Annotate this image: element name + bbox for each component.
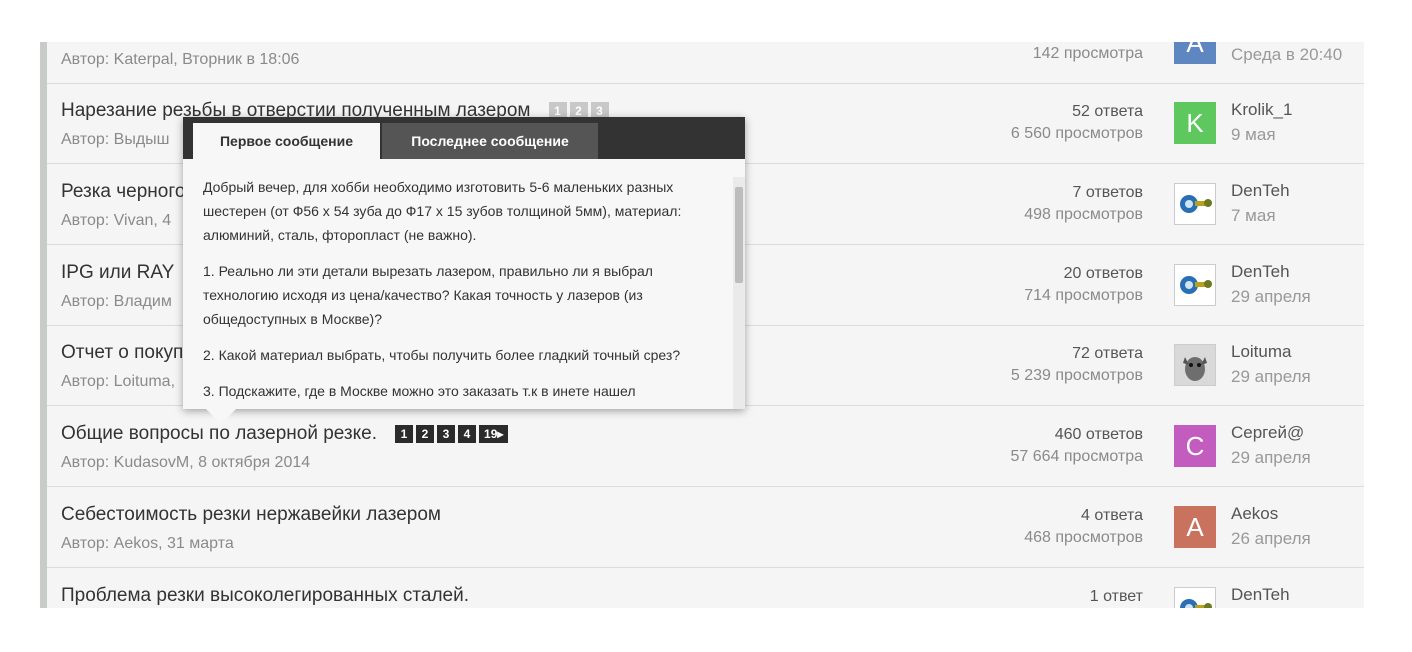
preview-scrollbar[interactable]	[733, 177, 745, 409]
avatar[interactable]: K	[1174, 102, 1216, 144]
thread-title-text[interactable]: Проблема резки высоколегированных сталей…	[61, 585, 469, 607]
preview-paragraph: 2. Какой материал выбрать, чтобы получит…	[203, 347, 681, 363]
thread-views: 5 239 просмотров	[1010, 367, 1143, 384]
table-row[interactable]: Автор: Katerpal, Вторник в 18:06 142 про…	[47, 42, 1364, 84]
thread-views: 57 664 просмотра	[1010, 448, 1143, 465]
page-links: 1 2 3 4 19▸	[395, 425, 509, 443]
thread-replies: 4 ответа	[1081, 507, 1143, 524]
thread-author: Автор: Aekos, 31 марта	[61, 535, 234, 552]
dog-avatar-icon[interactable]	[1174, 344, 1216, 386]
thread-preview-popup: Первое сообщение Последнее сообщение Доб…	[183, 117, 745, 424]
avatar[interactable]: A	[1174, 42, 1216, 64]
thread-author: Автор: Katerpal, Вторник в 18:06	[61, 51, 300, 68]
thread-author: Автор: KudasovM, 8 октября 2014	[61, 454, 311, 471]
last-post-user[interactable]: DenTeh	[1231, 181, 1290, 201]
thread-replies: 1 ответ	[1089, 588, 1143, 605]
preview-paragraph: 3. Подскажите, где в Москве можно это за…	[203, 383, 636, 399]
table-row[interactable]: Себестоимость резки нержавейки лазером А…	[47, 488, 1364, 568]
thread-views: 714 просмотров	[1024, 287, 1143, 304]
gear-avatar-icon[interactable]	[1174, 183, 1216, 225]
last-post-user[interactable]: Loituma	[1231, 342, 1291, 362]
last-post-date[interactable]: 7 мая	[1231, 206, 1276, 226]
thread-title-text[interactable]: Себестоимость резки нержавейки лазером	[61, 504, 441, 526]
thread-author: Автор: Loituma,	[61, 373, 176, 390]
table-row[interactable]: Общие вопросы по лазерной резке. 1 2 3 4…	[47, 407, 1364, 487]
last-post-user[interactable]: DenTeh	[1231, 585, 1290, 605]
page-link[interactable]: 1	[395, 425, 414, 443]
thread-title[interactable]: Проблема резки высоколегированных сталей…	[61, 585, 469, 607]
popup-pointer-arrow	[205, 408, 237, 424]
thread-replies: 20 ответов	[1063, 265, 1143, 282]
last-post-date[interactable]: 29 апреля	[1231, 367, 1311, 387]
table-row[interactable]: Проблема резки высоколегированных сталей…	[47, 569, 1364, 608]
last-post-user[interactable]: Aekos	[1231, 504, 1278, 524]
preview-content: Добрый вечер, для хобби необходимо изгот…	[203, 175, 723, 409]
last-post-date[interactable]: 9 мая	[1231, 125, 1276, 145]
thread-replies: 7 ответов	[1072, 184, 1143, 201]
gear-avatar-icon[interactable]	[1174, 264, 1216, 306]
thread-views: 498 просмотров	[1024, 206, 1143, 223]
thread-replies: 460 ответов	[1054, 426, 1143, 443]
thread-author: Автор: Выдыш	[61, 131, 170, 148]
thread-title[interactable]: Себестоимость резки нержавейки лазером	[61, 504, 441, 526]
thread-title[interactable]: IPG или RAY	[61, 262, 174, 284]
preview-paragraph: Добрый вечер, для хобби необходимо изгот…	[203, 179, 682, 243]
page-link-last[interactable]: 19▸	[479, 425, 509, 443]
preview-paragraph: 1. Реально ли эти детали вырезать лазеро…	[203, 263, 653, 327]
last-post-date[interactable]: 29 апреля	[1231, 287, 1311, 307]
tab-last-post[interactable]: Последнее сообщение	[382, 123, 598, 159]
last-post-date[interactable]: 26 апреля	[1231, 529, 1311, 549]
preview-tab-bar: Первое сообщение Последнее сообщение	[183, 117, 745, 159]
thread-title-text[interactable]: Общие вопросы по лазерной резке.	[61, 423, 377, 445]
last-post-user[interactable]: Krolik_1	[1231, 100, 1292, 120]
last-post-date[interactable]: Среда в 20:40	[1231, 45, 1342, 65]
thread-views: 142 просмотра	[1032, 45, 1143, 62]
gear-avatar-icon[interactable]	[1174, 587, 1216, 608]
thread-title-text[interactable]: Резка черного	[61, 181, 185, 203]
last-post-user[interactable]: DenTeh	[1231, 262, 1290, 282]
preview-scrollbar-thumb[interactable]	[735, 187, 743, 283]
avatar[interactable]: A	[1174, 506, 1216, 548]
avatar[interactable]: C	[1174, 425, 1216, 467]
thread-title-text[interactable]: Отчет о покуп	[61, 342, 183, 364]
page-link[interactable]: 3	[437, 425, 456, 443]
thread-title[interactable]: Резка черного	[61, 181, 185, 203]
thread-author: Автор: Владим	[61, 293, 172, 310]
last-post-user[interactable]: Сергей@	[1231, 423, 1304, 443]
thread-title-text[interactable]: IPG или RAY	[61, 262, 174, 284]
thread-title[interactable]: Общие вопросы по лазерной резке. 1 2 3 4…	[61, 423, 509, 445]
thread-replies: 72 ответа	[1072, 345, 1143, 362]
thread-views: 6 560 просмотров	[1010, 125, 1143, 142]
thread-list-left-bar	[40, 42, 47, 608]
thread-title[interactable]: Отчет о покуп	[61, 342, 183, 364]
page-link[interactable]: 2	[416, 425, 435, 443]
page-link[interactable]: 4	[458, 425, 477, 443]
last-post-date[interactable]: 29 апреля	[1231, 448, 1311, 468]
thread-views: 468 просмотров	[1024, 529, 1143, 546]
thread-author: Автор: Vivan, 4	[61, 212, 172, 229]
tab-first-post[interactable]: Первое сообщение	[193, 123, 380, 159]
thread-replies: 52 ответа	[1072, 103, 1143, 120]
